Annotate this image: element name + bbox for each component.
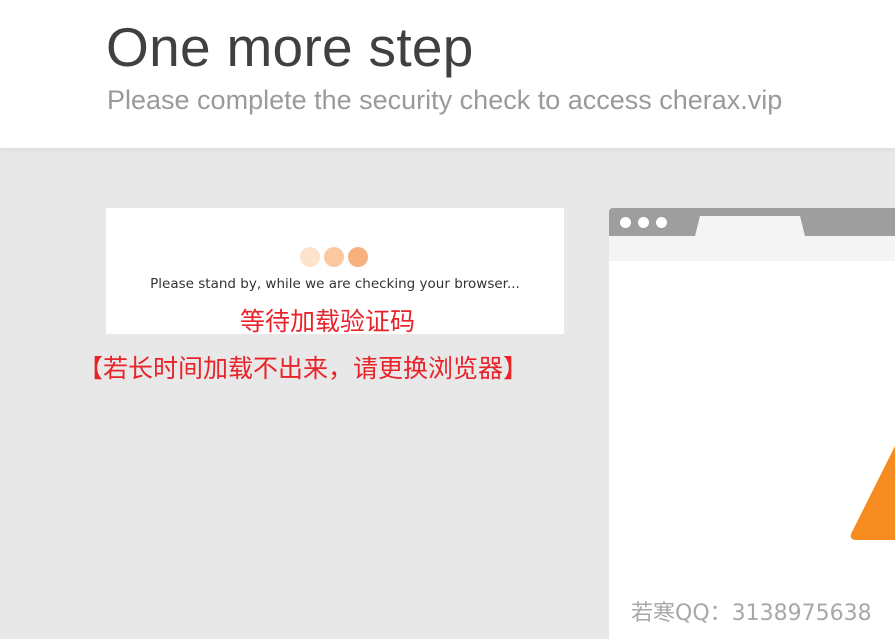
page-header: One more step Please complete the securi… <box>0 0 895 148</box>
window-dot-icon <box>656 217 667 228</box>
loading-dot-icon <box>324 247 344 267</box>
browser-title-bar <box>609 208 895 236</box>
browser-toolbar <box>609 236 895 261</box>
warning-triangle-icon <box>850 446 895 540</box>
captcha-loading-note: 等待加载验证码 <box>239 307 415 336</box>
check-status-text: Please stand by, while we are checking y… <box>150 276 520 292</box>
loading-dot-icon <box>348 247 368 267</box>
page-title: One more step <box>106 16 474 78</box>
loading-indicator <box>300 247 368 268</box>
browser-tab-shape <box>695 216 805 236</box>
change-browser-note: 【若长时间加载不出来，请更换浏览器】 <box>78 354 529 383</box>
loading-dot-icon <box>300 247 320 267</box>
watermark-text: 若寒QQ：3138975638 <box>631 601 872 626</box>
page-subtitle: Please complete the security check to ac… <box>107 85 783 115</box>
browser-illustration <box>609 208 895 639</box>
window-dot-icon <box>638 217 649 228</box>
window-dot-icon <box>620 217 631 228</box>
